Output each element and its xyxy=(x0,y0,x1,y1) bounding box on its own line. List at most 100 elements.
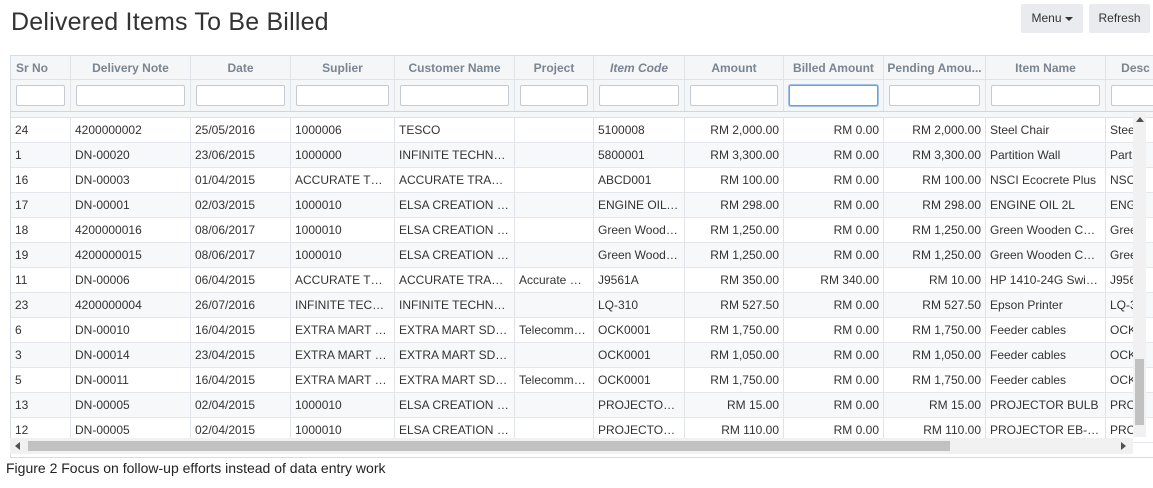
cell-name: Green Wooden Cha... xyxy=(986,218,1106,242)
cell-billed: RM 0.00 xyxy=(784,368,884,392)
filter-input-dn[interactable] xyxy=(76,85,185,106)
table-row[interactable]: 16 DN-00003 01/04/2015 ACCURATE TRA... ACCUR… xyxy=(11,168,1153,193)
filter-cell-billed xyxy=(784,80,884,111)
cell-dn: DN-00014 xyxy=(71,343,191,367)
column-header-code[interactable]: Item Code xyxy=(594,56,685,79)
column-header-pend[interactable]: Pending Amou... xyxy=(884,56,986,79)
cell-sup: EXTRA MART SD... xyxy=(291,343,395,367)
table-body: 24 4200000002 25/05/2016 1000006 TESCO 510000… xyxy=(11,118,1153,443)
column-header-desc[interactable]: Desc xyxy=(1106,56,1153,79)
figure-caption: Figure 2 Focus on follow-up efforts inst… xyxy=(6,460,386,476)
cell-sup: 1000000 xyxy=(291,143,395,167)
cell-dn: 4200000004 xyxy=(71,293,191,317)
cell-cust: EXTRA MART SDN ... xyxy=(395,318,515,342)
cell-name: PROJECTOR BULB xyxy=(986,393,1106,417)
cell-dn: DN-00011 xyxy=(71,368,191,392)
filter-input-pend[interactable] xyxy=(889,85,980,106)
column-header-date[interactable]: Date xyxy=(191,56,291,79)
column-header-cust[interactable]: Customer Name xyxy=(395,56,515,79)
table-row[interactable]: 6 DN-00010 16/04/2015 EXTRA MART SD... EXTRA… xyxy=(11,318,1153,343)
table-row[interactable]: 13 DN-00005 02/04/2015 1000010 ELSA CREATION… xyxy=(11,393,1153,418)
cell-amt: RM 1,750.00 xyxy=(685,318,784,342)
cell-pend: RM 1,050.00 xyxy=(884,343,986,367)
cell-date: 02/03/2015 xyxy=(191,193,291,217)
cell-sup: 1000010 xyxy=(291,193,395,217)
cell-name: Partition Wall xyxy=(986,143,1106,167)
table-row[interactable]: 11 DN-00006 06/04/2015 ACCURATE TRA... ACCUR… xyxy=(11,268,1153,293)
vertical-scrollbar[interactable] xyxy=(1133,113,1146,437)
cell-pend: RM 10.00 xyxy=(884,268,986,292)
table-row[interactable]: 19 4200000015 08/06/2017 1000010 ELSA CREATI… xyxy=(11,243,1153,268)
column-header-sr[interactable]: Sr No xyxy=(11,56,71,79)
table-row[interactable]: 18 4200000016 08/06/2017 1000010 ELSA CREATI… xyxy=(11,218,1153,243)
scroll-up-icon[interactable] xyxy=(1136,117,1144,122)
filter-input-proj[interactable] xyxy=(520,85,588,106)
cell-date: 16/04/2015 xyxy=(191,368,291,392)
filter-input-name[interactable] xyxy=(991,85,1100,106)
cell-date: 01/04/2015 xyxy=(191,168,291,192)
cell-dn: DN-00006 xyxy=(71,268,191,292)
cell-sr: 24 xyxy=(11,118,71,142)
cell-pend: RM 3,300.00 xyxy=(884,143,986,167)
filter-cell-dn xyxy=(71,80,191,111)
table-row[interactable]: 17 DN-00001 02/03/2015 1000010 ELSA CREATION… xyxy=(11,193,1153,218)
cell-code: Green Woode... xyxy=(594,243,685,267)
cell-proj xyxy=(515,143,594,167)
scroll-left-icon[interactable] xyxy=(15,442,20,450)
filter-input-sup[interactable] xyxy=(296,85,389,106)
filter-cell-desc xyxy=(1106,80,1153,111)
cell-pend: RM 15.00 xyxy=(884,393,986,417)
column-header-proj[interactable]: Project xyxy=(515,56,594,79)
cell-proj xyxy=(515,168,594,192)
filter-input-code[interactable] xyxy=(599,85,679,106)
cell-amt: RM 1,250.00 xyxy=(685,243,784,267)
cell-code: OCK0001 xyxy=(594,318,685,342)
table-row[interactable]: 23 4200000004 26/07/2016 INFINITE TECHN... I… xyxy=(11,293,1153,318)
cell-billed: RM 0.00 xyxy=(784,343,884,367)
filter-input-amt[interactable] xyxy=(690,85,778,106)
column-header-sup[interactable]: Suplier xyxy=(291,56,395,79)
filter-input-sr[interactable] xyxy=(16,85,65,106)
cell-amt: RM 15.00 xyxy=(685,393,784,417)
table-row[interactable]: 5 DN-00011 16/04/2015 EXTRA MART SD... EXTRA… xyxy=(11,368,1153,393)
vertical-scroll-thumb[interactable] xyxy=(1135,359,1144,425)
cell-code: 5100008 xyxy=(594,118,685,142)
cell-cust: EXTRA MART SDN ... xyxy=(395,368,515,392)
filter-input-desc[interactable] xyxy=(1111,85,1153,106)
cell-cust: EXTRA MART SDN ... xyxy=(395,343,515,367)
table-row[interactable]: 24 4200000002 25/05/2016 1000006 TESCO 510000… xyxy=(11,118,1153,143)
cell-sr: 18 xyxy=(11,218,71,242)
scroll-right-icon[interactable] xyxy=(1121,442,1126,450)
filter-input-cust[interactable] xyxy=(400,85,509,106)
cell-billed: RM 0.00 xyxy=(784,293,884,317)
cell-sup: ACCURATE TRA... xyxy=(291,268,395,292)
column-header-dn[interactable]: Delivery Note xyxy=(71,56,191,79)
refresh-button[interactable]: Refresh xyxy=(1089,4,1150,33)
filter-input-date[interactable] xyxy=(196,85,285,106)
cell-code: PROJECTOR B... xyxy=(594,393,685,417)
cell-name: Green Wooden Cha... xyxy=(986,243,1106,267)
column-header-amt[interactable]: Amount xyxy=(685,56,784,79)
filter-input-billed[interactable] xyxy=(789,85,878,106)
table-row[interactable]: 1 DN-00020 23/06/2015 1000000 INFINITE TECHN… xyxy=(11,143,1153,168)
horizontal-scroll-thumb[interactable] xyxy=(28,441,950,451)
cell-name: Feeder cables xyxy=(986,318,1106,342)
horizontal-scrollbar[interactable] xyxy=(10,438,1133,454)
cell-pend: RM 298.00 xyxy=(884,193,986,217)
cell-cust: ELSA CREATION SD... xyxy=(395,243,515,267)
cell-name: ENGINE OIL 2L xyxy=(986,193,1106,217)
cell-sup: 1000006 xyxy=(291,118,395,142)
cell-cust: INFINITE TECHNOL... xyxy=(395,143,515,167)
menu-button[interactable]: Menu xyxy=(1021,4,1083,33)
cell-amt: RM 1,050.00 xyxy=(685,343,784,367)
cell-date: 08/06/2017 xyxy=(191,243,291,267)
column-header-billed[interactable]: Billed Amount xyxy=(784,56,884,79)
cell-sr: 23 xyxy=(11,293,71,317)
cell-cust: ACCURATE TRADIN... xyxy=(395,268,515,292)
table-row[interactable]: 3 DN-00014 23/04/2015 EXTRA MART SD... EXTRA… xyxy=(11,343,1153,368)
cell-amt: RM 1,250.00 xyxy=(685,218,784,242)
cell-pend: RM 527.50 xyxy=(884,293,986,317)
column-header-name[interactable]: Item Name xyxy=(986,56,1106,79)
filter-cell-sr xyxy=(11,80,71,111)
cell-pend: RM 1,250.00 xyxy=(884,218,986,242)
